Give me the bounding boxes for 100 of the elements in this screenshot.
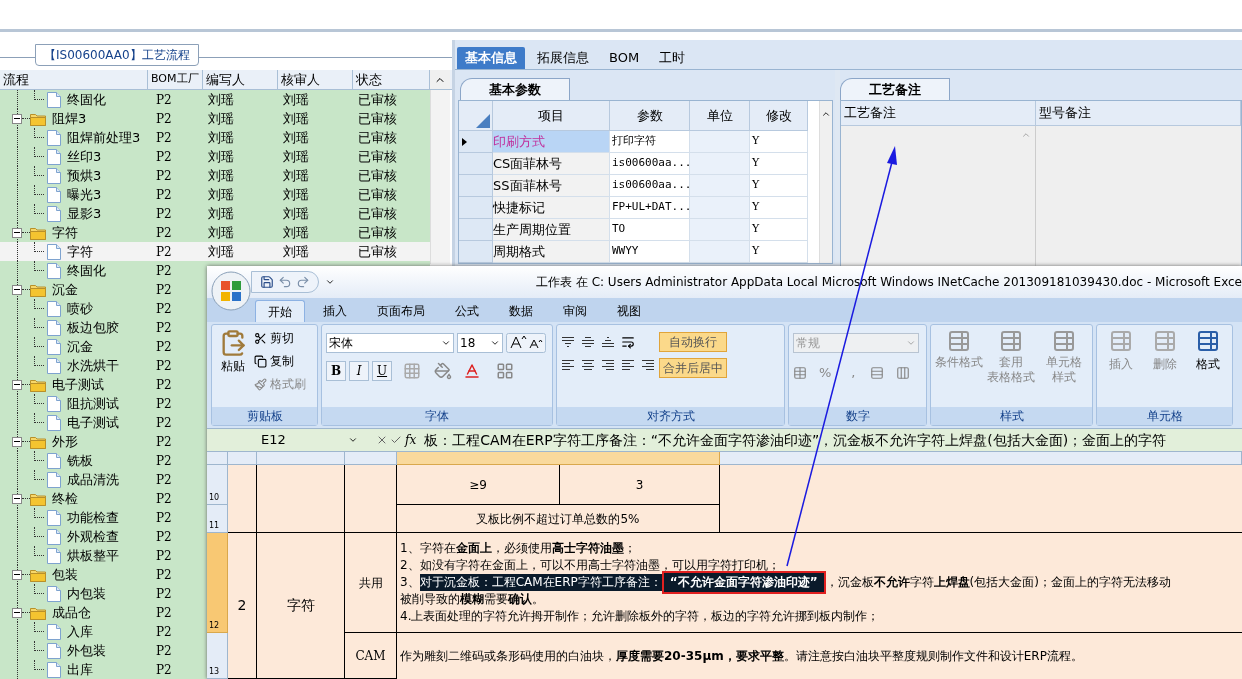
document-icon (47, 395, 61, 412)
font-style-button[interactable]: U (372, 361, 392, 381)
table-cell-text: 已审核 (357, 166, 398, 185)
grid-row[interactable]: 快捷标记 FP+UL+DAT... Y (459, 197, 808, 219)
font-size-field[interactable]: 18 (457, 333, 503, 353)
tab[interactable]: 基本信息 (457, 47, 525, 69)
collapse-toggle[interactable] (12, 113, 22, 124)
scrollbar[interactable] (430, 90, 450, 264)
table-icon (999, 329, 1024, 353)
panel-tab[interactable]: 工艺备注 (840, 78, 950, 100)
tree-item-label: 电子测试 (52, 375, 104, 394)
table-cell-text: 刘瑶 (282, 90, 310, 109)
scroll-up-icon[interactable] (821, 109, 831, 119)
table-cell-text: 刘瑶 (282, 166, 310, 185)
paste-button[interactable]: 粘贴 (216, 329, 250, 407)
cut-button[interactable]: 剪切 (254, 329, 306, 347)
font-style-button[interactable]: B (326, 361, 346, 381)
row-header[interactable]: 12 (207, 533, 228, 633)
customize-icon[interactable] (325, 277, 335, 287)
align-icon[interactable] (601, 359, 615, 371)
collapse-toggle[interactable] (12, 607, 22, 618)
align-icon[interactable] (581, 359, 595, 371)
grid-row[interactable]: 印刷方式 打印字符 Y (459, 131, 808, 153)
merge-center-button[interactable]: 合并后居中 (659, 358, 727, 378)
collapse-toggle[interactable] (12, 379, 22, 390)
copy-button[interactable]: 复制 (254, 352, 306, 370)
formula-text: 板：工程CAM在ERP字符工序备注：“不允许金面字符渗油印迹”，沉金板不允许字符上焊盘(包括大金面)；金面上的字符 (424, 430, 1167, 450)
enter-icon[interactable] (390, 434, 402, 446)
ribbon-tab[interactable]: 公式 (443, 300, 491, 322)
column-header[interactable]: 编写人 (203, 70, 278, 89)
ribbon-tab[interactable]: 审阅 (551, 300, 599, 322)
ribbon-tab[interactable]: 页面布局 (365, 300, 437, 322)
grid-row[interactable]: CS面菲林号 is00600aa... Y (459, 153, 808, 175)
align-icon[interactable] (641, 359, 655, 371)
align-icon[interactable] (601, 336, 615, 348)
row-header[interactable] (459, 131, 493, 153)
font-name-field[interactable]: 宋体 (326, 333, 454, 353)
wrap-text-button[interactable]: 自动换行 (659, 332, 727, 352)
tree-item-label: 外形 (52, 432, 78, 451)
table-cell: 周期格式 (493, 241, 610, 263)
collapse-toggle[interactable] (12, 284, 22, 295)
font-style-button[interactable]: I (349, 361, 369, 381)
panel-tab[interactable]: 基本参数 (460, 78, 570, 100)
table-cell-text: P2 (155, 357, 173, 375)
group-label: 字体 (322, 407, 552, 425)
tree-item-label: 终检 (52, 489, 78, 508)
collapse-toggle[interactable] (12, 569, 22, 580)
tree-item-label: 成品清洗 (67, 470, 119, 489)
font-size-icon[interactable] (506, 333, 546, 353)
scrollbar[interactable] (819, 101, 832, 263)
column-header[interactable]: 流程 (0, 70, 148, 89)
tab[interactable]: 工时 (651, 47, 694, 69)
grid-row[interactable]: 周期格式 WWYY Y (459, 241, 808, 263)
ribbon-tab[interactable]: 视图 (605, 300, 653, 322)
save-icon[interactable] (260, 275, 274, 289)
tree-row[interactable]: 字符 P2 刘瑶 刘瑶 已审核 (0, 242, 430, 261)
redo-icon[interactable] (296, 275, 310, 289)
fill-color-icon[interactable] (434, 362, 452, 380)
cancel-icon[interactable] (376, 434, 388, 446)
column-header[interactable]: 核审人 (278, 70, 353, 89)
selected-text: 对于沉金板：工程CAM在ERP字符工序备注： (419, 574, 662, 591)
document-icon (47, 91, 61, 108)
ribbon-tab[interactable]: 插入 (311, 300, 359, 322)
table-cell-text: P2 (155, 338, 173, 356)
font-color-icon[interactable] (463, 362, 481, 380)
table-cell-text: 刘瑶 (207, 90, 235, 109)
name-box[interactable]: E12 (207, 430, 362, 450)
table-cell-text: 已审核 (357, 90, 398, 109)
tab[interactable]: BOM (601, 47, 648, 69)
current-row-icon (462, 137, 467, 146)
align-icon[interactable] (561, 336, 575, 348)
collapse-toggle[interactable] (12, 493, 22, 504)
table-cell-text: P2 (155, 205, 173, 223)
column-header[interactable]: BOM工厂 (148, 70, 203, 89)
cell-button[interactable]: 格式 (1188, 329, 1228, 407)
table-cell: ≥9 (397, 465, 560, 505)
collapse-toggle[interactable] (12, 227, 22, 238)
row-header[interactable]: 11 (207, 505, 228, 533)
tree-item-label: 包装 (52, 565, 78, 584)
document-icon (47, 243, 61, 260)
align-icon[interactable] (561, 359, 575, 371)
table-cell: 共用 (345, 533, 397, 633)
insert-function-button[interactable]: fx (405, 431, 417, 449)
folder-icon (30, 605, 46, 620)
align-icon[interactable] (621, 359, 635, 371)
ribbon-tab[interactable]: 开始 (255, 300, 305, 322)
table-cell: 印刷方式 (493, 131, 610, 153)
table-cell-text: 刘瑶 (282, 204, 310, 223)
grid-row[interactable]: 生产周期位置 TO Y (459, 219, 808, 241)
ribbon-tab[interactable]: 数据 (497, 300, 545, 322)
grid-row[interactable]: SS面菲林号 is00600aa... Y (459, 175, 808, 197)
document-icon (47, 509, 61, 526)
align-icon[interactable] (581, 336, 595, 348)
tree-item-label: 水洗烘干 (67, 356, 119, 375)
row-header[interactable]: 13 (207, 633, 228, 679)
table-cell: 作为雕刻二维码或条形码使用的白油块，厚度需要20-35μm，要求平整。请注意按白油块平整度规则制作文件和设计ERP流程。 (397, 633, 1242, 679)
collapse-toggle[interactable] (12, 436, 22, 447)
row-header[interactable]: 10 (207, 465, 228, 505)
tab[interactable]: 拓展信息 (529, 47, 597, 69)
table-cell-text: 刘瑶 (282, 109, 310, 128)
